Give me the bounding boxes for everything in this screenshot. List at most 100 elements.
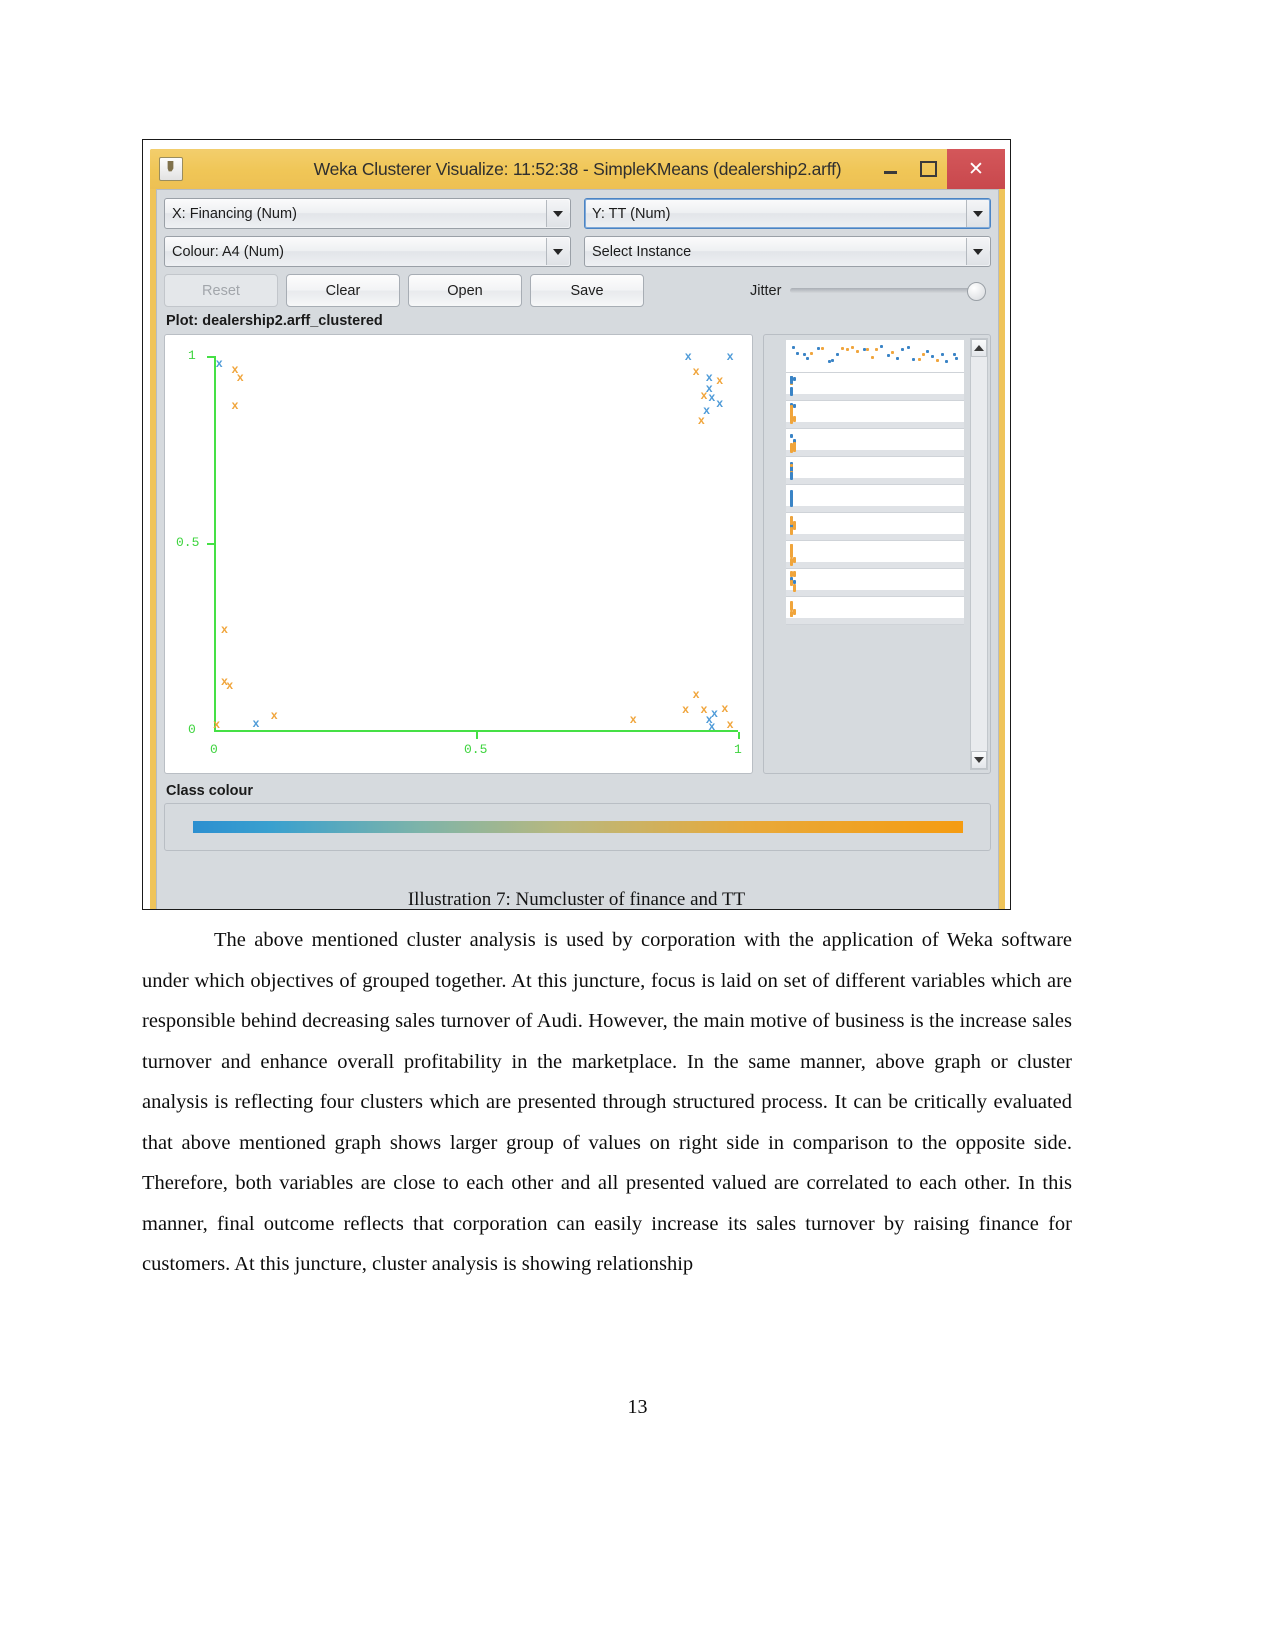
mini-plot-point [925, 349, 929, 353]
document-body: The above mentioned cluster analysis is … [142, 920, 1072, 1285]
scatter-plot-canvas[interactable]: 0 0.5 1 0 0.5 1 x x x x x x x x x x x x x x x x x x x x x x x x x x x x x x [168, 338, 749, 770]
open-button[interactable]: Open [408, 274, 522, 307]
attribute-row[interactable] [786, 340, 964, 373]
attribute-row[interactable] [786, 457, 964, 485]
mini-plot-point [901, 348, 905, 352]
scatter-point[interactable]: x [701, 389, 708, 401]
mini-plot-point [890, 351, 894, 354]
scatter-point[interactable]: x [716, 374, 723, 386]
scatter-point[interactable]: x [708, 720, 715, 732]
attribute-row[interactable]: X [786, 541, 964, 569]
mini-plot-bar [793, 571, 796, 577]
y-axis-line [214, 356, 216, 732]
scatter-point[interactable]: x [237, 371, 244, 383]
x-axis-tick-label: 0.5 [464, 742, 488, 757]
clear-button[interactable]: Clear [286, 274, 400, 307]
mini-plot-point [945, 359, 949, 363]
mini-plot-bar [790, 497, 793, 507]
mini-plot-bar [793, 609, 796, 615]
mini-plot-point [821, 346, 825, 350]
body-paragraph: The above mentioned cluster analysis is … [142, 929, 1072, 1275]
scatter-point[interactable]: x [271, 709, 278, 721]
minimize-button[interactable] [871, 149, 909, 189]
chevron-down-icon[interactable] [966, 238, 989, 265]
scatter-point[interactable]: x [693, 365, 700, 377]
y-axis-select-label: Y: TT (Num) [592, 205, 671, 222]
attribute-panel[interactable]: YX [763, 334, 991, 774]
scatter-plot-panel[interactable]: 0 0.5 1 0 0.5 1 x x x x x x x x x x x x x x x x x x x x x x x x x x x x x x [164, 334, 753, 774]
mini-plot-point [880, 344, 884, 348]
mini-plot-bar [790, 526, 793, 535]
jitter-label: Jitter [750, 282, 782, 299]
scatter-point[interactable]: x [216, 357, 223, 369]
mini-plot-bar [790, 516, 793, 523]
mini-plot-bar [793, 520, 796, 531]
x-axis-tick-label: 1 [734, 742, 742, 757]
attribute-row[interactable] [786, 373, 964, 401]
scroll-down-icon[interactable] [971, 751, 987, 769]
mini-plot-point [796, 352, 800, 356]
mini-plot-bar [790, 602, 793, 612]
mini-plot-bar [790, 472, 793, 480]
scatter-point[interactable]: x [722, 702, 729, 714]
window-titlebar: Weka Clusterer Visualize: 11:52:38 - Sim… [150, 149, 1005, 189]
scatter-point[interactable]: x [630, 713, 637, 725]
action-button-row: Reset Clear Open Save Jitter [164, 274, 991, 307]
scroll-up-icon[interactable] [971, 339, 987, 357]
mini-plot-bar [790, 404, 793, 415]
attribute-row[interactable] [786, 429, 964, 457]
attribute-scrollbar[interactable] [970, 338, 988, 770]
maximize-button[interactable] [909, 149, 947, 189]
mini-plot-point [952, 353, 956, 357]
scatter-point[interactable]: x [232, 399, 239, 411]
scatter-point[interactable]: x [682, 703, 689, 715]
scatter-point[interactable]: x [708, 391, 715, 403]
scatter-point[interactable]: x [727, 718, 734, 730]
close-button[interactable]: ✕ [947, 149, 1005, 189]
mini-plot-bar [793, 416, 796, 423]
mini-plot-bar [790, 433, 793, 438]
scatter-point[interactable]: x [693, 688, 700, 700]
mini-plot-bar [793, 556, 796, 563]
y-axis-select[interactable]: Y: TT (Num) [584, 198, 991, 229]
plot-title: Plot: dealership2.arff_clustered [166, 313, 383, 329]
attribute-row[interactable] [786, 401, 964, 429]
y-axis-tick-label: 0 [188, 722, 196, 737]
x-axis-tick-label: 0 [210, 742, 218, 757]
chevron-down-icon[interactable] [546, 238, 569, 265]
jitter-slider-handle[interactable] [967, 282, 986, 301]
attribute-row[interactable] [786, 569, 964, 597]
class-colour-label: Class colour [166, 783, 254, 799]
x-axis-select[interactable]: X: Financing (Num) [164, 198, 571, 229]
mini-plot-point [941, 353, 945, 357]
scatter-point[interactable]: x [685, 350, 692, 362]
mini-plot-point [850, 346, 854, 350]
chevron-down-icon[interactable] [966, 200, 989, 227]
attribute-row[interactable] [786, 597, 964, 625]
scatter-point[interactable]: x [701, 703, 708, 715]
scatter-point[interactable]: x [226, 679, 233, 691]
window-body: X: Financing (Num) Y: TT (Num) Colour: A… [156, 189, 999, 909]
mini-plot-bar [793, 441, 796, 446]
attribute-row[interactable] [786, 485, 964, 513]
scatter-point[interactable]: x [727, 350, 734, 362]
mini-plot-point [871, 356, 875, 360]
window-controls: ✕ [871, 149, 1005, 189]
attribute-rows: YX [786, 340, 964, 767]
chevron-down-icon[interactable] [546, 200, 569, 227]
scatter-point[interactable]: x [698, 414, 705, 426]
mini-plot-point [896, 357, 900, 361]
save-button[interactable]: Save [530, 274, 644, 307]
scatter-point[interactable]: x [716, 397, 723, 409]
attribute-row[interactable]: Y [786, 513, 964, 541]
scatter-point[interactable]: x [213, 718, 220, 730]
x-axis-tick [738, 732, 740, 739]
mini-plot-bar [790, 463, 793, 468]
jitter-slider[interactable] [790, 282, 986, 301]
reset-button[interactable]: Reset [164, 274, 278, 307]
mini-plot-point [802, 353, 806, 357]
scatter-point[interactable]: x [221, 623, 228, 635]
scatter-point[interactable]: x [253, 717, 260, 729]
colour-select[interactable]: Colour: A4 (Num) [164, 236, 571, 267]
instance-select[interactable]: Select Instance [584, 236, 991, 267]
